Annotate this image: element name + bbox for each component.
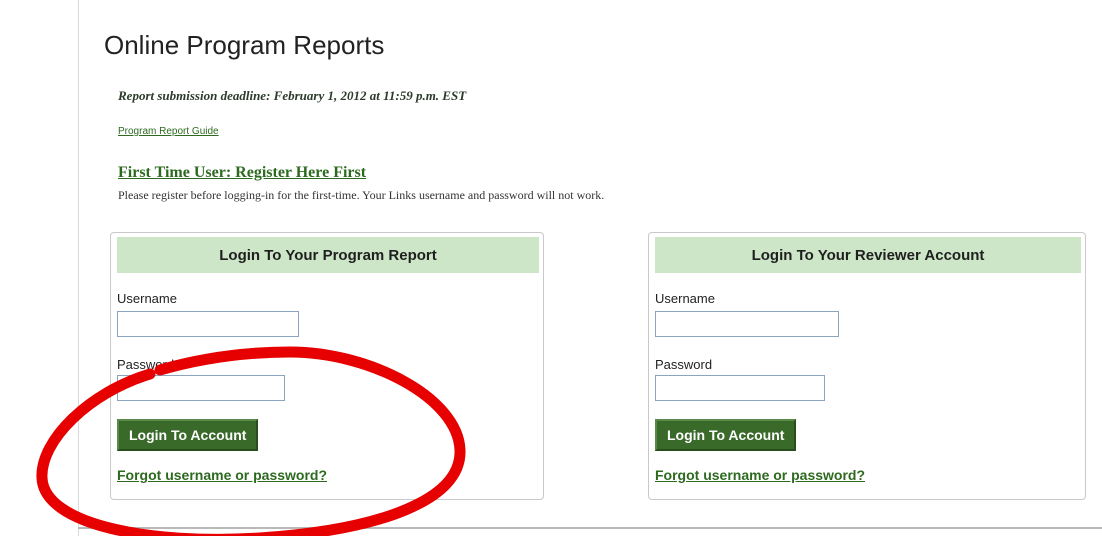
program-login-header: Login To Your Program Report	[117, 237, 539, 273]
page-bottom-rule	[78, 527, 1102, 529]
register-note: Please register before logging-in for th…	[118, 188, 605, 202]
reviewer-password-label: Password	[655, 357, 713, 372]
register-link[interactable]: First Time User: Register Here First	[118, 164, 366, 182]
reviewer-login-panel: Login To Your Reviewer Account Username …	[648, 232, 1086, 500]
reviewer-username-input[interactable]	[655, 311, 839, 337]
program-login-button[interactable]: Login To Account	[117, 419, 259, 451]
program-username-label: Username	[117, 291, 177, 306]
reviewer-password-input[interactable]	[655, 375, 825, 401]
program-password-label: Password	[117, 357, 175, 372]
reviewer-forgot-link[interactable]: Forgot username or password?	[655, 467, 865, 483]
program-report-login-panel: Login To Your Program Report Username Pa…	[110, 232, 544, 500]
reviewer-login-header: Login To Your Reviewer Account	[655, 237, 1081, 273]
reviewer-username-label: Username	[655, 291, 715, 306]
program-forgot-link[interactable]: Forgot username or password?	[117, 467, 327, 483]
program-username-input[interactable]	[117, 311, 299, 337]
page-title: Online Program Reports	[104, 30, 385, 60]
page-left-rule	[78, 0, 79, 536]
program-password-input[interactable]	[117, 375, 285, 401]
reviewer-login-button[interactable]: Login To Account	[655, 419, 797, 451]
deadline-notice: Report submission deadline: February 1, …	[118, 88, 467, 103]
program-report-guide-link[interactable]: Program Report Guide	[118, 126, 219, 137]
